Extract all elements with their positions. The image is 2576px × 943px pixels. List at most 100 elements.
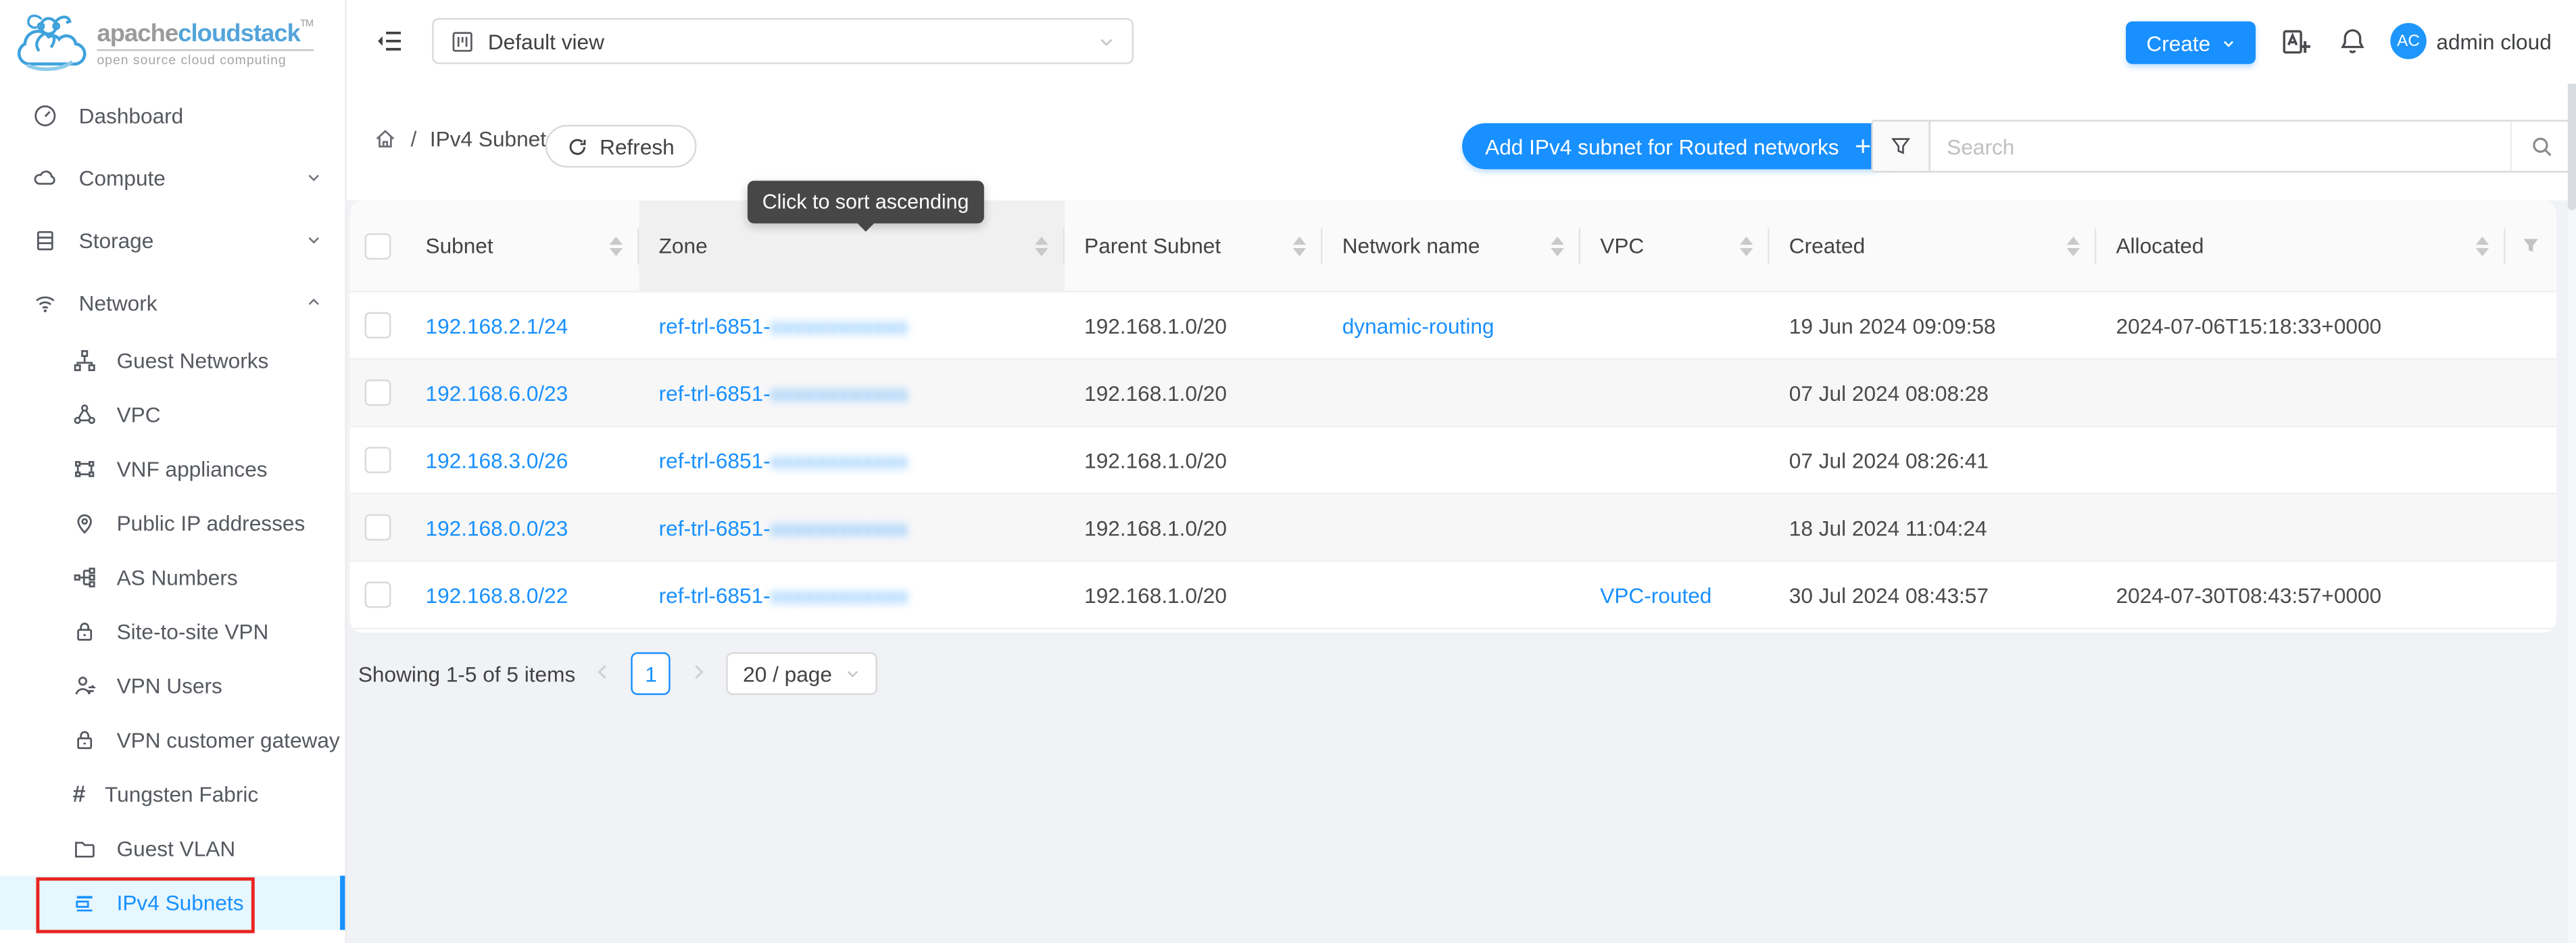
pagination-page-1[interactable]: 1 — [631, 652, 671, 695]
cell-network-name: dynamic-routing — [1323, 293, 1581, 358]
row-filler-cell — [2505, 360, 2556, 425]
sidebar-item-vnf-appliances[interactable]: VNF appliances — [0, 442, 345, 496]
zone-link[interactable]: ref-trl-6851-xxxxxxxxxxxx — [659, 448, 908, 472]
sidebar-item-vpn-customer-gateway[interactable]: VPN customer gateway — [0, 713, 345, 767]
cell-text: 19 Jun 2024 09:09:58 — [1789, 313, 1996, 337]
table-row: 192.168.0.0/23 ref-trl-6851-xxxxxxxxxxxx 1… — [350, 495, 2556, 562]
add-ipv4-subnet-label: Add IPv4 subnet for Routed networks — [1485, 134, 1839, 158]
subnet-link[interactable]: 192.168.2.1/24 — [425, 313, 568, 337]
sidebar-item-compute[interactable]: Compute — [0, 146, 345, 208]
vpc-link[interactable]: VPC-routed — [1600, 583, 1711, 607]
row-checkbox-cell — [350, 427, 406, 493]
zone-redacted-text: xxxxxxxxxxxx — [771, 515, 908, 539]
cell-text: 192.168.1.0/20 — [1084, 583, 1227, 607]
row-checkbox[interactable] — [365, 312, 391, 339]
sidebar-item-storage[interactable]: Storage — [0, 209, 345, 271]
sidebar-collapse-icon[interactable] — [374, 26, 404, 56]
sidebar-item-guest-vlan[interactable]: Guest VLAN — [0, 821, 345, 875]
row-checkbox-cell — [350, 360, 406, 425]
pagination-next-icon[interactable] — [685, 661, 712, 685]
filter-funnel-icon[interactable] — [1873, 122, 1930, 171]
row-checkbox[interactable] — [365, 514, 391, 541]
row-checkbox[interactable] — [365, 581, 391, 608]
refresh-label: Refresh — [600, 134, 675, 158]
cell-allocated: 2024-07-06T15:18:33+0000 — [2096, 293, 2505, 358]
subnet-link[interactable]: 192.168.0.0/23 — [425, 515, 568, 539]
zone-link[interactable]: ref-trl-6851-xxxxxxxxxxxx — [659, 583, 908, 607]
search-icon[interactable] — [2510, 122, 2571, 171]
column-header-created[interactable]: Created — [1770, 201, 2097, 291]
table-filter-icon[interactable] — [2520, 235, 2542, 257]
cell-text: 192.168.1.0/20 — [1084, 448, 1227, 472]
sidebar-item-label: AS Numbers — [117, 565, 238, 589]
sidebar-item-vpc[interactable]: VPC — [0, 388, 345, 442]
sidebar-item-public-ip-addresses[interactable]: Public IP addresses — [0, 496, 345, 550]
sidebar-item-dashboard[interactable]: Dashboard — [0, 84, 345, 146]
view-select[interactable]: Default view — [432, 18, 1134, 64]
search-input[interactable] — [1930, 122, 2510, 171]
user-avatar[interactable]: AC — [2390, 23, 2426, 59]
cell-parent: 192.168.1.0/20 — [1065, 495, 1323, 560]
lock-icon — [72, 728, 97, 752]
plus-icon — [1853, 137, 1873, 156]
add-ipv4-subnet-button[interactable]: Add IPv4 subnet for Routed networks — [1462, 123, 1897, 169]
sidebar-item-as-numbers[interactable]: AS Numbers — [0, 550, 345, 604]
sorter-icon — [1022, 236, 1048, 256]
topbar: Default view Create AC admin cloud — [345, 0, 2576, 84]
page-size-select[interactable]: 20 / page — [727, 652, 878, 695]
sidebar-item-label: Network — [79, 290, 157, 314]
create-button[interactable]: Create — [2126, 22, 2256, 64]
sidebar-item-label: Compute — [79, 165, 166, 189]
chevron-down-icon — [306, 232, 322, 248]
column-header-label: Allocated — [2116, 233, 2204, 258]
column-header-network[interactable]: Network name — [1323, 201, 1581, 291]
column-header-vpc[interactable]: VPC — [1580, 201, 1770, 291]
row-checkbox[interactable] — [365, 447, 391, 473]
sidebar-item-vpn-users[interactable]: VPN Users — [0, 659, 345, 713]
pagination-prev-icon[interactable] — [590, 661, 616, 685]
table-row: 192.168.8.0/22 ref-trl-6851-xxxxxxxxxxxx 1… — [350, 562, 2556, 629]
column-header-subnet[interactable]: Subnet — [406, 201, 639, 291]
sidebar-item-site-to-site-vpn[interactable]: Site-to-site VPN — [0, 604, 345, 658]
zone-redacted-text: xxxxxxxxxxxx — [771, 313, 908, 337]
subnet-link[interactable]: 192.168.3.0/26 — [425, 448, 568, 472]
sorter-icon — [1538, 236, 1564, 256]
active-item-bar — [340, 875, 345, 929]
sidebar-item-ipv4-subnets[interactable]: IPv4 Subnets — [0, 875, 345, 929]
sidebar-item-label: VPN customer gateway — [117, 728, 340, 752]
column-header-allocated[interactable]: Allocated — [2096, 201, 2505, 291]
zone-redacted-text: xxxxxxxxxxxx — [771, 381, 908, 405]
row-filler-cell — [2505, 562, 2556, 627]
notification-bell-icon[interactable] — [2338, 26, 2368, 56]
scrollbar-track — [2568, 0, 2576, 943]
dashboard-icon — [33, 103, 57, 127]
hash-icon: # — [72, 782, 85, 806]
user-name[interactable]: admin cloud — [2436, 30, 2551, 54]
subnet-link[interactable]: 192.168.6.0/23 — [425, 381, 568, 405]
sidebar-item-guest-networks[interactable]: Guest Networks — [0, 333, 345, 387]
refresh-button[interactable]: Refresh — [545, 125, 696, 168]
cell-subnet: 192.168.8.0/22 — [406, 562, 639, 627]
zone-link[interactable]: ref-trl-6851-xxxxxxxxxxxx — [659, 313, 908, 337]
cell-text: 192.168.1.0/20 — [1084, 313, 1227, 337]
column-header-parent[interactable]: Parent Subnet — [1065, 201, 1323, 291]
sidebar-item-label: IPv4 Subnets — [117, 890, 244, 915]
table-header-row: SubnetZoneParent SubnetNetwork nameVPCCr… — [350, 201, 2556, 293]
sidebar-item-network[interactable]: Network — [0, 271, 345, 333]
chevron-down-icon — [1098, 32, 1116, 50]
row-checkbox[interactable] — [365, 379, 391, 406]
ipv4-subnets-table-card: SubnetZoneParent SubnetNetwork nameVPCCr… — [350, 201, 2556, 633]
cell-vpc — [1580, 495, 1770, 560]
select-all-checkbox[interactable] — [365, 233, 391, 259]
sidebar-item-label: Dashboard — [79, 103, 184, 127]
reload-icon — [567, 136, 589, 158]
zone-link[interactable]: ref-trl-6851-xxxxxxxxxxxx — [659, 381, 908, 405]
network-link[interactable]: dynamic-routing — [1342, 313, 1494, 337]
sidebar-item-tungsten-fabric[interactable]: #Tungsten Fabric — [0, 767, 345, 821]
translation-icon[interactable] — [2281, 26, 2312, 57]
cell-text: 18 Jul 2024 11:04:24 — [1789, 515, 1987, 539]
home-icon[interactable] — [373, 126, 397, 151]
zone-link[interactable]: ref-trl-6851-xxxxxxxxxxxx — [659, 515, 908, 539]
subnet-link[interactable]: 192.168.8.0/22 — [425, 583, 568, 607]
cell-network-name — [1323, 427, 1581, 493]
